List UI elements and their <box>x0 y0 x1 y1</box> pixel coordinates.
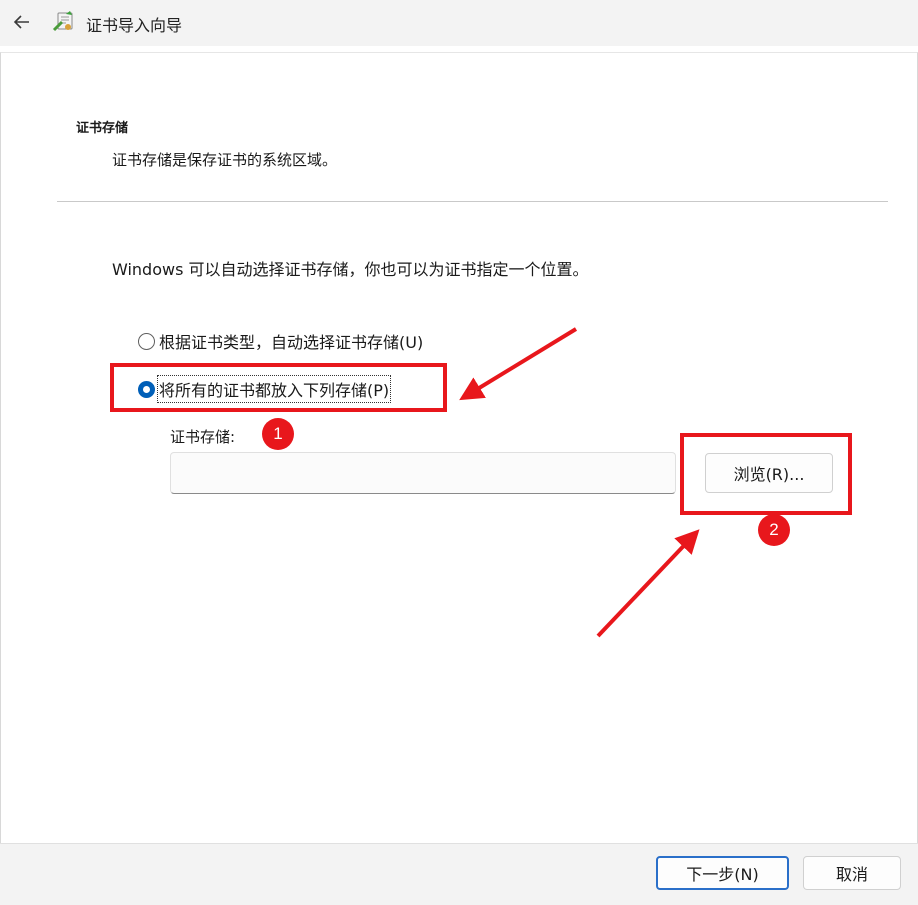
radio-auto-select[interactable] <box>138 332 155 350</box>
section-description: 证书存储是保存证书的系统区域。 <box>112 151 338 169</box>
certificate-store-label: 证书存储: <box>170 428 236 446</box>
certificate-store-field[interactable] <box>170 452 676 494</box>
auto-select-store-label: 根据证书类型，自动选择证书存储(U) <box>159 333 424 352</box>
step-badge-1: 1 <box>262 418 294 450</box>
cancel-button[interactable]: 取消 <box>803 856 901 890</box>
title-bar: 证书导入向导 <box>0 0 918 46</box>
auto-select-store-option[interactable]: 根据证书类型，自动选择证书存储(U) <box>138 330 423 352</box>
instruction-text: Windows 可以自动选择证书存储，你也可以为证书指定一个位置。 <box>112 260 589 279</box>
step-badge-2: 2 <box>758 514 790 546</box>
highlight-box-option <box>110 363 447 412</box>
window-title: 证书导入向导 <box>86 16 183 35</box>
next-button[interactable]: 下一步(N) <box>656 856 789 890</box>
section-title: 证书存储 <box>76 121 129 136</box>
header-divider <box>57 201 888 202</box>
back-arrow-icon[interactable] <box>8 8 36 36</box>
highlight-box-browse <box>680 433 852 515</box>
certificate-wizard-icon <box>52 10 76 34</box>
